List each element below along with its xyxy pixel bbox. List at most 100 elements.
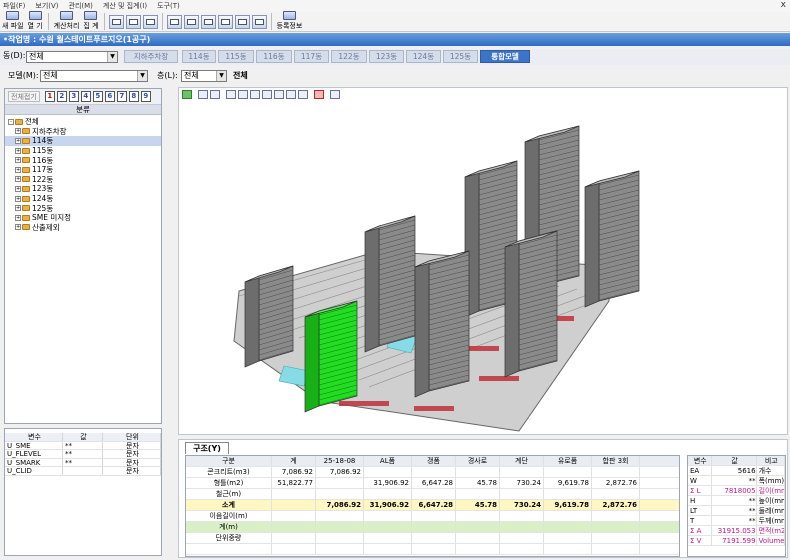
level-button[interactable]: 6	[104, 91, 115, 102]
tab-dong[interactable]: 117동	[294, 50, 329, 63]
collapse-all-button[interactable]: 전체접기	[8, 91, 40, 102]
tree-item[interactable]: +114동	[5, 136, 161, 146]
table-row[interactable]: 단위중량	[186, 533, 679, 544]
tally-button[interactable]: 집 계	[81, 11, 100, 31]
tree-item[interactable]: + 지하주차장	[5, 127, 161, 137]
table-row[interactable]: Σ A31915.053면적(m2)	[688, 526, 785, 536]
level-button[interactable]: 4	[80, 91, 91, 102]
menu-item[interactable]: 파일(F)	[3, 1, 25, 11]
table-row[interactable]: U_CLID 문자	[5, 467, 161, 476]
table-row[interactable]: 형틀(m2) 51,822.77 31,906.92 6,647.28 45.78 730…	[186, 478, 679, 489]
dong-select[interactable]: 전체 ▼	[26, 51, 118, 63]
tree-item[interactable]: + SME 미지정	[5, 213, 161, 223]
expander[interactable]: +	[15, 137, 21, 144]
expander[interactable]: +	[15, 205, 21, 212]
table-row[interactable]: 소계 7,086.92 31,906.92 6,647.28 45.78 730.24 9,…	[186, 500, 679, 511]
tab-dong[interactable]: 116동	[256, 50, 292, 63]
view-tool-4-button[interactable]	[217, 15, 233, 29]
tab-dong[interactable]: 114동	[182, 50, 216, 63]
layer-icon[interactable]	[198, 90, 208, 99]
level-button[interactable]: 8	[128, 91, 139, 102]
tab-dong[interactable]: 123동	[369, 50, 404, 63]
cube-top-icon[interactable]	[274, 90, 284, 99]
tree-item[interactable]: +125동	[5, 203, 161, 213]
cube-front-icon[interactable]	[226, 90, 236, 99]
table-row[interactable]	[186, 544, 679, 555]
cube-iso-icon[interactable]	[298, 90, 308, 99]
table-row[interactable]: U_FLEVEL ** 문자	[5, 450, 161, 459]
expander[interactable]: +	[15, 176, 21, 183]
table-row[interactable]: U_SME ** 문자	[5, 441, 161, 450]
tree-item[interactable]: +115동	[5, 146, 161, 156]
zoom-in-button[interactable]	[108, 15, 124, 29]
view-tool-3-button[interactable]	[200, 15, 216, 29]
register-button[interactable]: 등록정보	[275, 11, 305, 31]
zoom-fit-button[interactable]	[142, 15, 158, 29]
table-row[interactable]: 이음길이(m)	[186, 511, 679, 522]
table-row[interactable]: T**두께(mm)	[688, 516, 785, 526]
menu-item[interactable]: 계산 및 집계(I)	[103, 1, 147, 11]
table-row[interactable]: 계(m)	[186, 522, 679, 533]
tab-dong[interactable]: 125동	[443, 50, 478, 63]
cube-right-icon[interactable]	[262, 90, 272, 99]
tree-item[interactable]: +122동	[5, 175, 161, 185]
model-icon[interactable]	[182, 90, 192, 99]
model-select[interactable]: 전체 ▼	[40, 70, 148, 82]
zoom-out-button[interactable]	[125, 15, 141, 29]
view-tool-5-button[interactable]	[234, 15, 250, 29]
tab-dong[interactable]: 124동	[406, 50, 441, 63]
open-button[interactable]: 열 기	[26, 11, 45, 31]
tab-dong[interactable]: 지하주차장	[124, 50, 178, 63]
tree-item[interactable]: +116동	[5, 155, 161, 165]
table-row[interactable]: 철근(m)	[186, 489, 679, 500]
tree-item[interactable]: +124동	[5, 194, 161, 204]
expander[interactable]: +	[15, 147, 21, 154]
level-button[interactable]: 9	[140, 91, 151, 102]
table-row[interactable]: H**높이(mm)	[688, 496, 785, 506]
view-tool-6-button[interactable]	[251, 15, 267, 29]
table-row[interactable]: 콘크리트(m3) 7,086.92 7,086.92	[186, 467, 679, 478]
expander[interactable]: +	[15, 224, 21, 231]
table-row[interactable]: Σ L7818005길이(mm)	[688, 486, 785, 496]
window-close-button[interactable]: x	[781, 0, 786, 10]
cube-left-icon[interactable]	[250, 90, 260, 99]
menu-item[interactable]: 도구(T)	[157, 1, 180, 11]
table-row[interactable]: Σ V 7191.599 Volume	[688, 536, 785, 546]
tab-structure[interactable]: 구조(Y)	[185, 442, 229, 454]
table-row[interactable]: U_SMARK ** 문자	[5, 458, 161, 467]
tree-item[interactable]: - 전체	[5, 117, 161, 127]
level-button[interactable]: 3	[68, 91, 79, 102]
tree-item[interactable]: +123동	[5, 184, 161, 194]
3d-model-view[interactable]	[178, 87, 788, 435]
table-row[interactable]: EA 5616 개수	[688, 466, 785, 476]
list-icon[interactable]	[314, 90, 324, 99]
tab-dong[interactable]: 122동	[331, 50, 367, 63]
tree-item[interactable]: + 산출제외	[5, 223, 161, 233]
floor-select[interactable]: 전체 ▼	[181, 70, 227, 82]
expander[interactable]: +	[15, 185, 21, 192]
expander[interactable]: +	[15, 195, 21, 202]
cube-bottom-icon[interactable]	[286, 90, 296, 99]
new-file-button[interactable]: 새 파일	[0, 11, 26, 31]
menu-item[interactable]: 보기(V)	[35, 1, 58, 11]
tab-dong[interactable]: 115동	[218, 50, 254, 63]
tree-item[interactable]: +117동	[5, 165, 161, 175]
expander[interactable]: -	[8, 118, 14, 125]
calc-button[interactable]: 계산처리	[52, 11, 82, 31]
expander[interactable]: +	[15, 157, 21, 164]
shade-icon[interactable]	[330, 90, 340, 99]
camera-icon[interactable]	[210, 90, 220, 99]
level-button[interactable]: 2	[56, 91, 67, 102]
expander[interactable]: +	[15, 166, 21, 173]
level-button[interactable]: 7	[116, 91, 127, 102]
expander[interactable]: +	[15, 128, 21, 135]
level-button[interactable]: 5	[92, 91, 103, 102]
level-button[interactable]: 1	[44, 91, 55, 102]
view-tool-2-button[interactable]	[183, 15, 199, 29]
view-tool-1-button[interactable]	[166, 15, 182, 29]
table-row[interactable]: LT**둘레(mm)	[688, 506, 785, 516]
menu-item[interactable]: 관리(M)	[69, 1, 93, 11]
cube-back-icon[interactable]	[238, 90, 248, 99]
tab-dong[interactable]: 통합모델	[480, 50, 530, 63]
table-row[interactable]: W ** 폭(mm)	[688, 476, 785, 486]
